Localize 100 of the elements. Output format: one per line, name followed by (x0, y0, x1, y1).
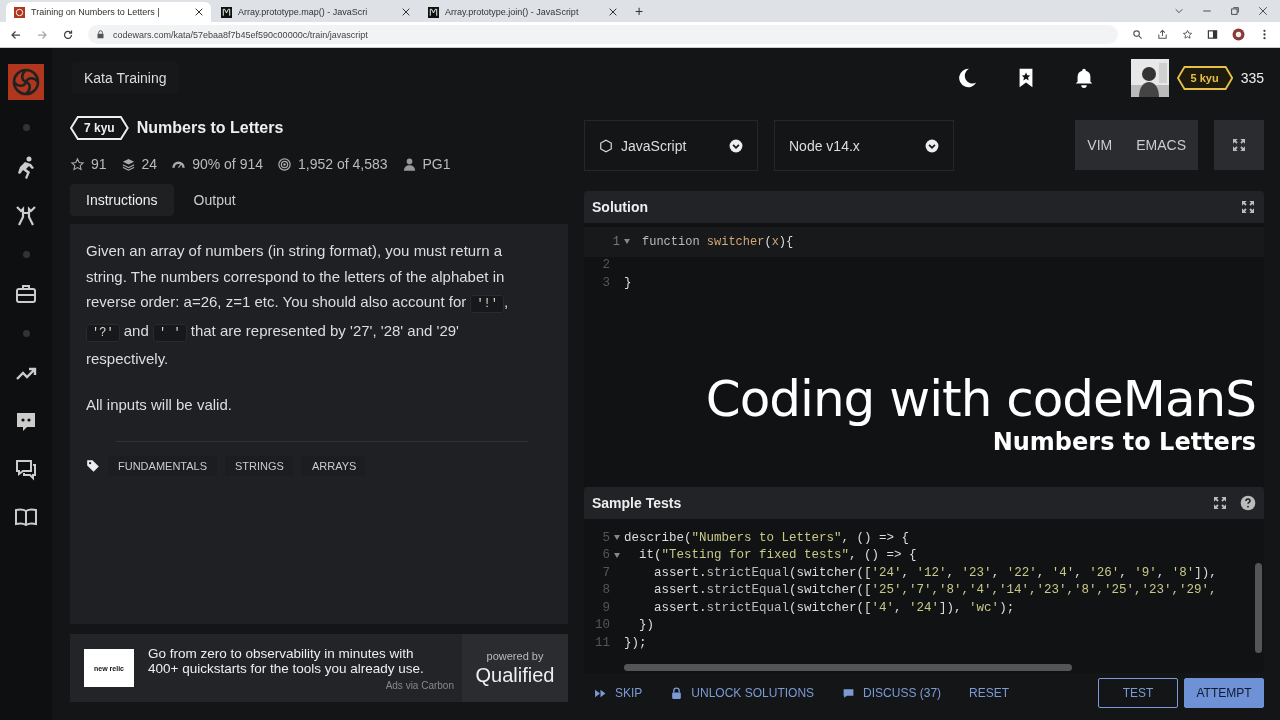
letter-m-icon (428, 6, 439, 18)
code-line: }) (638, 618, 654, 633)
new-tab-button[interactable]: + (627, 3, 652, 19)
panel-title: Solution (592, 199, 649, 215)
line-number: 2 (601, 257, 611, 274)
expand-icon (1212, 495, 1228, 511)
stat-value: 91 (91, 156, 107, 172)
tab[interactable]: Output (177, 184, 252, 216)
chevron-down-icon (1174, 6, 1184, 16)
line-number: 3 (601, 274, 611, 292)
star-icon (1182, 29, 1193, 40)
editor-mode-button[interactable]: VIM (1075, 120, 1125, 170)
star-icon (70, 156, 85, 172)
restore-icon (1230, 6, 1240, 16)
brand-name[interactable]: Qualified (475, 663, 555, 687)
kata-training-button[interactable]: Kata Training (72, 62, 179, 94)
code-line: function switcher(x){ (642, 234, 794, 249)
chat-icon (14, 457, 38, 481)
overlay-title: Coding with codeManS (705, 370, 1256, 428)
description-paragraph: Given an array of numbers (in string format), you must return a string. The numbers correspond to the letters of the alphabet in reverse order: a=26, z=1 etc. You should also account for '!' , '?' and ' ' that are represented by '27', '28' and '29' respectively. (86, 241, 510, 369)
back-icon (10, 28, 22, 41)
language-select[interactable]: JavaScript (584, 120, 758, 171)
honor-score: 335 (1240, 70, 1264, 86)
browser-tab[interactable]: Array.prototype.join() - JavaScript (420, 2, 625, 22)
action-link[interactable]: DISCUSS (37) (832, 680, 952, 706)
logo-icon (14, 6, 25, 18)
user-icon (401, 156, 417, 172)
action-button[interactable]: TEST (1098, 678, 1178, 708)
action-link[interactable]: RESET (959, 680, 1020, 706)
address-bar[interactable]: codewars.com/kata/57ebaa8f7b45ef590c00000c/train/javascript (88, 25, 1118, 44)
separator-dot (22, 330, 30, 337)
version-select[interactable]: Node v14.x (774, 120, 954, 171)
code-line: assert.strictEqual(switcher(['25','7','8','4','14','23','8','25','23','29', (653, 583, 1217, 598)
ad-attribution[interactable]: Ads via Carbon (385, 679, 454, 691)
browser-tab[interactable]: Training on Numbers to Letters | (6, 2, 211, 22)
expand-icon (1231, 137, 1247, 153)
rank-badge: 7 kyu (70, 116, 129, 140)
lock-icon (96, 30, 105, 39)
tab[interactable]: Instructions (70, 184, 174, 216)
book-icon (14, 505, 38, 529)
fold-caret-icon[interactable] (624, 239, 630, 245)
letter-m-icon (221, 6, 232, 18)
powered-by-label: powered by (486, 649, 544, 662)
editor-mode-button[interactable]: EMACS (1124, 120, 1198, 170)
line-number: 5 (584, 529, 624, 547)
code-line: it("Testing for fixed tests", () => { (638, 548, 917, 563)
stat-value: PG1 (422, 156, 451, 172)
code-line: assert.strictEqual(switcher(['24', '12', '23', '22', '4', '26', '9', '8']), (653, 565, 1218, 580)
expand-icon (1240, 199, 1256, 215)
code-line: }); (624, 635, 647, 650)
stat-value: 1,952 of 4,583 (298, 156, 388, 172)
browser-tab[interactable]: Array.prototype.map() - JavaScri (213, 2, 418, 22)
fold-caret-icon[interactable] (614, 552, 620, 558)
code-line: } (624, 275, 632, 290)
lock-icon (670, 686, 684, 700)
help-icon (1240, 495, 1256, 511)
fighters-icon (14, 203, 38, 227)
chevron-circle-icon (925, 138, 939, 153)
rank-badge: 5 kyu (1176, 66, 1233, 90)
separator-dot (22, 251, 30, 258)
scrollbar[interactable] (1255, 563, 1262, 653)
line-number: 9 (601, 599, 611, 617)
close-icon (1258, 6, 1268, 16)
tag-icon (86, 459, 100, 473)
target-icon (277, 156, 292, 172)
nodejs-hex-icon (599, 138, 613, 153)
separator-dot (22, 124, 30, 131)
line-number: 10 (594, 617, 611, 634)
logo-icon (8, 64, 44, 100)
ad-text[interactable]: Go from zero to observability in minutes with 400+ quickstarts for the tools you already use. (148, 645, 442, 676)
zoom-icon (1132, 29, 1143, 40)
action-link[interactable]: SKIP (584, 680, 653, 706)
reload-icon (62, 28, 74, 41)
description-paragraph: All inputs will be valid. (86, 394, 233, 415)
code-line: assert.strictEqual(switcher(['4', '24']), 'wc'); (653, 600, 1015, 615)
action-link[interactable]: UNLOCK SOLUTIONS (660, 680, 825, 706)
overlay-subtitle: Numbers to Letters (992, 428, 1256, 456)
forward-icon (36, 28, 48, 41)
line-number: 11 (594, 634, 611, 652)
line-number: 7 (601, 564, 611, 582)
kata-title: Numbers to Letters (136, 119, 284, 137)
close-icon (609, 8, 617, 16)
share-icon (1157, 29, 1168, 40)
line-number: 8 (601, 582, 611, 599)
action-button[interactable]: ATTEMPT (1184, 678, 1264, 708)
side-panel-icon (1207, 29, 1218, 40)
chat-icon (842, 686, 856, 700)
fullscreen-button[interactable] (1214, 120, 1264, 170)
fold-caret-icon[interactable] (614, 535, 620, 541)
code-line: describe("Numbers to Letters", () => { (624, 530, 910, 545)
scrollbar[interactable] (624, 664, 1072, 671)
briefcase-icon (14, 282, 38, 306)
close-icon (402, 8, 410, 16)
layers-icon (120, 156, 136, 172)
panel-title: Sample Tests (592, 495, 683, 511)
line-number: 6 (584, 546, 624, 564)
close-icon (195, 8, 203, 16)
profile-avatar-icon (1232, 28, 1245, 41)
chevron-circle-icon (729, 138, 743, 153)
stat-value: 24 (141, 156, 158, 172)
